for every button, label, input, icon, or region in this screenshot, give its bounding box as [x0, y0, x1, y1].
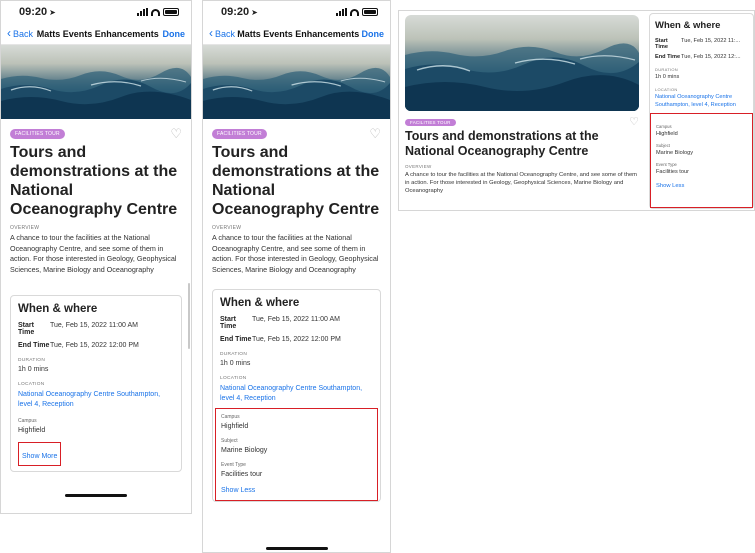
battery-icon — [362, 8, 378, 16]
event-type-label: Event Type — [221, 462, 246, 468]
when-where-heading: When & where — [655, 20, 721, 31]
subject-value: Marine Biology — [656, 150, 693, 156]
chevron-left-icon: ‹ — [209, 26, 213, 40]
duration-label: DURATION — [18, 358, 46, 363]
web-event-view: FACILITIES TOUR ♡ Tours and demonstratio… — [398, 10, 755, 211]
chevron-left-icon: ‹ — [7, 26, 11, 40]
location-arrow-icon: ➤ — [49, 8, 56, 17]
status-time: 09:20 — [19, 6, 48, 18]
back-label: Back — [215, 28, 236, 39]
campus-label: Campus — [18, 418, 37, 424]
end-time-row: End Time Tue, Feb 15, 2022 12:... — [655, 54, 741, 60]
duration-value: 1h 0 mins — [18, 366, 49, 373]
when-where-card: When & where Start Time Tue, Feb 15, 2022… — [212, 289, 381, 502]
location-label: LOCATION — [18, 382, 45, 387]
event-title: Tours and demonstrations at the National… — [212, 144, 380, 218]
event-category-tag: FACILITIES TOUR — [212, 129, 267, 139]
overview-label: OVERVIEW — [10, 225, 40, 231]
duration-value: 1h 0 mins — [220, 360, 251, 367]
location-link[interactable]: National Oceanography Centre Southampton… — [18, 390, 174, 410]
event-category-tag: FACILITIES TOUR — [10, 129, 65, 139]
end-time-row: End Time Tue, Feb 15, 2022 12:00 PM — [220, 336, 341, 343]
back-button[interactable]: ‹ Back — [209, 26, 236, 40]
campus-label: Campus — [656, 124, 672, 129]
end-time-row: End Time Tue, Feb 15, 2022 12:00 PM — [18, 342, 139, 349]
location-label: LOCATION — [220, 376, 247, 381]
duration-value: 1h 0 mins — [655, 74, 680, 80]
location-link[interactable]: National Oceanography Centre Southampton… — [655, 94, 748, 109]
nav-bar: ‹ Back Matts Events Enhancements Done — [1, 23, 191, 45]
status-bar: 09:20 ➤ — [1, 1, 191, 23]
event-hero-image — [1, 45, 191, 119]
signal-icon — [137, 8, 148, 16]
duration-label: DURATION — [220, 352, 248, 357]
when-where-card: When & where Start Time Tue, Feb 15, 2022… — [10, 295, 182, 472]
event-type-value: Facilities tour — [656, 169, 689, 175]
back-label: Back — [13, 28, 34, 39]
heart-outline-icon[interactable]: ♡ — [170, 127, 182, 140]
done-button[interactable]: Done — [163, 29, 186, 39]
event-title: Tours and demonstrations at the National… — [10, 144, 178, 218]
nav-title: Matts Events Enhancements — [237, 28, 360, 39]
overview-label: OVERVIEW — [212, 225, 242, 231]
event-description: A chance to tour the facilities at the N… — [10, 233, 177, 274]
event-title: Tours and demonstrations at the National… — [405, 129, 599, 158]
when-where-card: When & where Start Time Tue, Feb 15, 2022… — [649, 13, 754, 209]
event-hero-image — [405, 15, 639, 111]
show-less-button[interactable]: Show Less — [656, 183, 747, 189]
event-hero-image — [203, 45, 390, 119]
event-description: A chance to tour the facilities at the N… — [405, 172, 638, 194]
when-where-heading: When & where — [18, 303, 98, 315]
done-button[interactable]: Done — [362, 29, 385, 39]
duration-label: DURATION — [655, 67, 678, 72]
event-description: A chance to tour the facilities at the N… — [212, 233, 379, 274]
show-less-button[interactable]: Show Less — [221, 487, 372, 494]
show-more-highlight: Show More — [18, 442, 62, 466]
event-type-value: Facilities tour — [221, 471, 263, 478]
start-time-row: Start Time Tue, Feb 15, 2022 11:... — [655, 38, 741, 50]
status-bar: 09:20 ➤ — [203, 1, 390, 23]
subject-label: Subject — [656, 143, 670, 148]
phone-screen-expanded: 09:20 ➤ ‹ Back Matts Events Enhancements D… — [202, 0, 391, 553]
nav-title: Matts Events Enhancements — [36, 28, 159, 39]
location-arrow-icon: ➤ — [251, 8, 258, 17]
expanded-details-highlight: Campus Highfield Subject Marine Biology … — [215, 408, 378, 501]
subject-value: Marine Biology — [221, 447, 268, 454]
campus-value: Highfield — [221, 423, 249, 430]
heart-outline-icon[interactable]: ♡ — [369, 127, 381, 140]
status-time: 09:20 — [221, 6, 250, 18]
location-link[interactable]: National Oceanography Centre Southampton… — [220, 384, 373, 404]
start-time-row: Start Time Tue, Feb 15, 2022 11:00 AM — [220, 316, 340, 330]
start-time-row: Start Time Tue, Feb 15, 2022 11:00 AM — [18, 322, 138, 336]
home-indicator — [265, 547, 328, 550]
phone-screen-collapsed: 09:20 ➤ ‹ Back Matts Events Enhancements D… — [0, 0, 192, 514]
campus-value: Highfield — [656, 131, 678, 137]
nav-bar: ‹ Back Matts Events Enhancements Done — [203, 23, 390, 45]
wifi-icon — [350, 8, 359, 16]
subject-label: Subject — [221, 438, 238, 444]
event-category-tag: FACILITIES TOUR — [405, 118, 456, 126]
scrollbar[interactable] — [188, 283, 190, 349]
wifi-icon — [151, 8, 160, 16]
expanded-details-highlight: Campus Highfield Subject Marine Biology … — [650, 113, 753, 208]
home-indicator — [65, 494, 127, 497]
location-label: LOCATION — [655, 87, 678, 92]
battery-icon — [163, 8, 179, 16]
overview-label: OVERVIEW — [405, 164, 432, 169]
event-type-label: Event Type — [656, 162, 677, 167]
campus-label: Campus — [221, 414, 240, 420]
campus-value: Highfield — [18, 427, 46, 434]
heart-outline-icon[interactable]: ♡ — [629, 117, 639, 128]
signal-icon — [336, 8, 347, 16]
when-where-heading: When & where — [220, 297, 300, 309]
show-more-button[interactable]: Show More — [22, 453, 57, 460]
back-button[interactable]: ‹ Back — [7, 26, 34, 40]
